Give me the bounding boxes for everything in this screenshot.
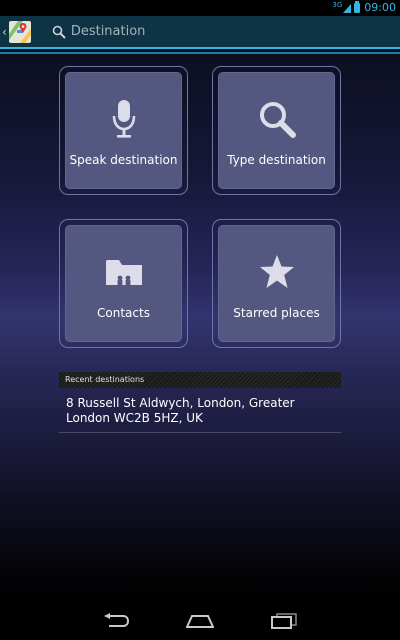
status-time: 09:00: [364, 1, 396, 14]
recent-apps-icon: [271, 613, 297, 629]
network-type: 3G: [332, 1, 343, 9]
battery-icon: [354, 1, 361, 13]
contacts-button[interactable]: Contacts: [59, 219, 188, 348]
type-destination-label: Type destination: [227, 153, 326, 167]
back-icon: [104, 613, 129, 627]
maps-destination-screen: 3G 09:00 ‹ Destination Speak destination…: [0, 0, 400, 640]
status-bar: 3G 09:00: [0, 0, 400, 16]
microphone-icon: [112, 100, 135, 138]
speak-destination-label: Speak destination: [69, 153, 178, 167]
contacts-folder-icon: [105, 260, 142, 285]
starred-places-label: Starred places: [233, 306, 320, 320]
action-bar: ‹ Destination: [0, 16, 400, 49]
search-placeholder: Destination: [70, 24, 146, 39]
chevron-left-icon: ‹: [2, 24, 7, 39]
home-icon: [186, 615, 214, 628]
back-button[interactable]: [74, 602, 158, 640]
navigation-bar: [0, 602, 400, 640]
home-button[interactable]: [158, 602, 242, 640]
recent-apps-button[interactable]: [242, 602, 326, 640]
destination-search-input[interactable]: Destination: [52, 15, 400, 48]
starred-places-button[interactable]: Starred places: [212, 219, 341, 348]
up-button[interactable]: ‹: [0, 15, 36, 48]
maps-app-icon: [8, 20, 31, 43]
contacts-label: Contacts: [97, 306, 150, 320]
speak-destination-button[interactable]: Speak destination: [59, 66, 188, 195]
type-destination-button[interactable]: Type destination: [212, 66, 341, 195]
recent-destination-item[interactable]: 8 Russell St Aldwych, London, Greater Lo…: [59, 390, 341, 433]
recent-destinations-header: Recent destinations: [59, 372, 341, 388]
star-icon: [259, 255, 294, 288]
search-icon: [52, 25, 66, 39]
signal-icon: [343, 3, 352, 13]
search-icon: [259, 102, 296, 138]
